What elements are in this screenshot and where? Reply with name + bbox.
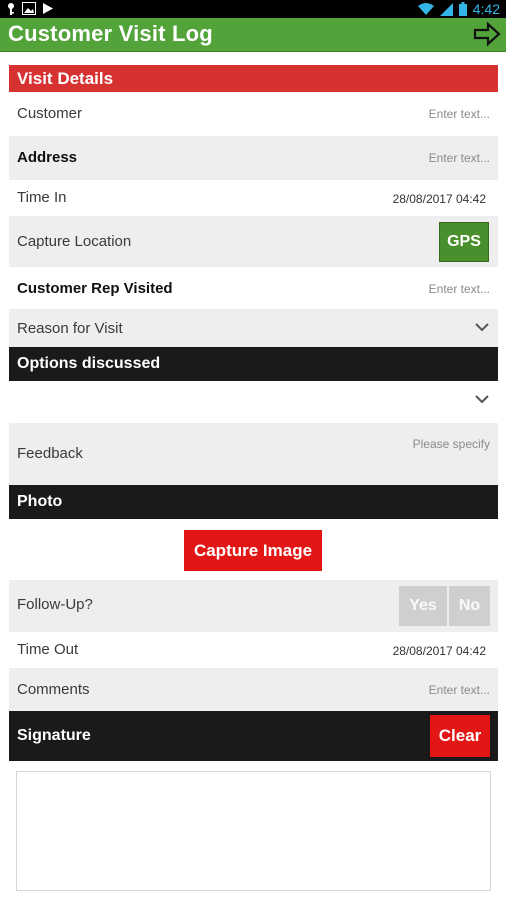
time-in-value[interactable]: 28/08/2017 04:42 — [393, 192, 486, 206]
follow-up-row: Follow-Up? Yes No — [9, 580, 498, 632]
battery-icon — [458, 2, 467, 16]
signature-title: Signature — [17, 727, 91, 744]
signal-icon — [439, 2, 453, 16]
reason-for-visit-dropdown[interactable]: Reason for Visit — [9, 309, 498, 347]
signature-header: Signature Clear — [9, 711, 498, 761]
photo-header: Photo — [9, 485, 498, 519]
customer-field[interactable]: Customer Enter text... — [9, 92, 498, 136]
customer-rep-input[interactable]: Enter text... — [429, 282, 490, 296]
customer-rep-label: Customer Rep Visited — [17, 280, 173, 297]
notification-icons — [6, 2, 54, 16]
follow-up-label: Follow-Up? — [17, 596, 93, 613]
chevron-down-icon — [475, 323, 489, 332]
feedback-input[interactable]: Please specify — [413, 437, 490, 451]
comments-input[interactable]: Enter text... — [429, 683, 490, 697]
app-bar: Customer Visit Log — [0, 18, 506, 52]
time-out-label: Time Out — [17, 641, 79, 658]
address-input[interactable]: Enter text... — [429, 151, 490, 165]
chevron-down-icon — [475, 395, 489, 404]
image-icon — [22, 2, 36, 15]
arrow-right-icon[interactable] — [472, 19, 502, 49]
status-bar: 4:42 — [0, 0, 506, 18]
address-field[interactable]: Address Enter text... — [9, 136, 498, 180]
visit-details-header: Visit Details — [9, 65, 498, 92]
options-discussed-header: Options discussed — [9, 347, 498, 381]
time-out-row[interactable]: Time Out 28/08/2017 04:42 — [9, 632, 498, 668]
feedback-label: Feedback — [17, 445, 83, 462]
reason-label: Reason for Visit — [17, 320, 123, 337]
signature-pad[interactable] — [16, 771, 491, 891]
feedback-field[interactable]: Feedback Please specify — [9, 423, 498, 485]
capture-location-label: Capture Location — [17, 233, 132, 250]
customer-rep-field[interactable]: Customer Rep Visited Enter text... — [9, 267, 498, 309]
no-button[interactable]: No — [449, 586, 490, 626]
options-discussed-dropdown[interactable] — [9, 381, 498, 423]
key-icon — [8, 3, 14, 15]
clock: 4:42 — [472, 1, 500, 17]
customer-input[interactable]: Enter text... — [429, 107, 490, 121]
app-title: Customer Visit Log — [8, 21, 213, 46]
play-store-icon — [43, 3, 53, 14]
form-content: Visit Details Customer Enter text... Add… — [9, 51, 498, 900]
comments-field[interactable]: Comments Enter text... — [9, 668, 498, 711]
address-label: Address — [17, 149, 78, 166]
time-in-label: Time In — [17, 189, 67, 206]
gps-button[interactable]: GPS — [439, 222, 489, 262]
customer-label: Customer — [17, 105, 83, 122]
wifi-icon — [417, 2, 434, 15]
capture-image-button[interactable]: Capture Image — [184, 530, 322, 571]
time-out-value[interactable]: 28/08/2017 04:42 — [393, 644, 486, 658]
clear-signature-button[interactable]: Clear — [430, 715, 490, 757]
yes-button[interactable]: Yes — [399, 586, 447, 626]
capture-location-row: Capture Location GPS — [9, 216, 498, 267]
comments-label: Comments — [17, 681, 90, 698]
time-in-row[interactable]: Time In 28/08/2017 04:42 — [9, 180, 498, 216]
